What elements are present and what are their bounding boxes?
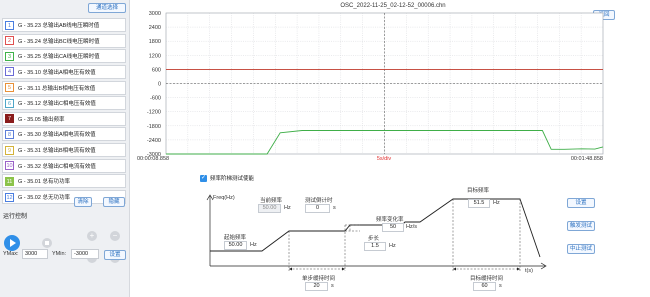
freq-rate-input[interactable]: 50	[382, 223, 404, 232]
single-step-time-label: 单步缓持时间	[302, 276, 336, 282]
time-axis-label: t(s)	[525, 268, 533, 274]
target-freq-input[interactable]: 51.5	[468, 199, 490, 208]
test-countdown-unit: s	[333, 205, 336, 211]
test-countdown-field: 0	[305, 204, 330, 213]
current-freq-unit: Hz	[284, 205, 291, 211]
target-hold-label: 目标缓持时间	[470, 276, 504, 282]
target-freq-unit: Hz	[493, 200, 500, 206]
step-input[interactable]: 1.5	[364, 242, 386, 251]
stop-test-button[interactable]: 中止测试	[567, 244, 595, 254]
step-label: 步长	[368, 236, 380, 242]
current-freq-field: 50.00	[258, 204, 281, 213]
target-hold-input[interactable]: 60	[473, 282, 496, 291]
start-freq-unit: Hz	[250, 242, 257, 248]
start-freq-label: 起始频率	[224, 235, 247, 241]
single-step-time-unit: s	[331, 283, 334, 289]
trigger-test-button[interactable]: 触发测试	[567, 221, 595, 231]
freq-rate-unit: Hz/s	[406, 224, 417, 230]
start-freq-input[interactable]: 50.00	[224, 241, 247, 250]
target-freq-label: 目标频率	[467, 188, 490, 194]
freq-rate-label: 频率变化率	[376, 217, 404, 223]
current-freq-label: 当前频率	[260, 198, 283, 204]
step-unit: Hz	[389, 243, 396, 249]
freq-step-diagram	[206, 194, 547, 271]
target-hold-unit: s	[499, 283, 502, 289]
freq-axis-label: Freq(Hz)	[213, 195, 235, 201]
single-step-time-input[interactable]: 20	[305, 282, 328, 291]
test-countdown-label: 测试倒计时	[305, 198, 333, 204]
freq-settings-button[interactable]: 设置	[567, 198, 595, 208]
